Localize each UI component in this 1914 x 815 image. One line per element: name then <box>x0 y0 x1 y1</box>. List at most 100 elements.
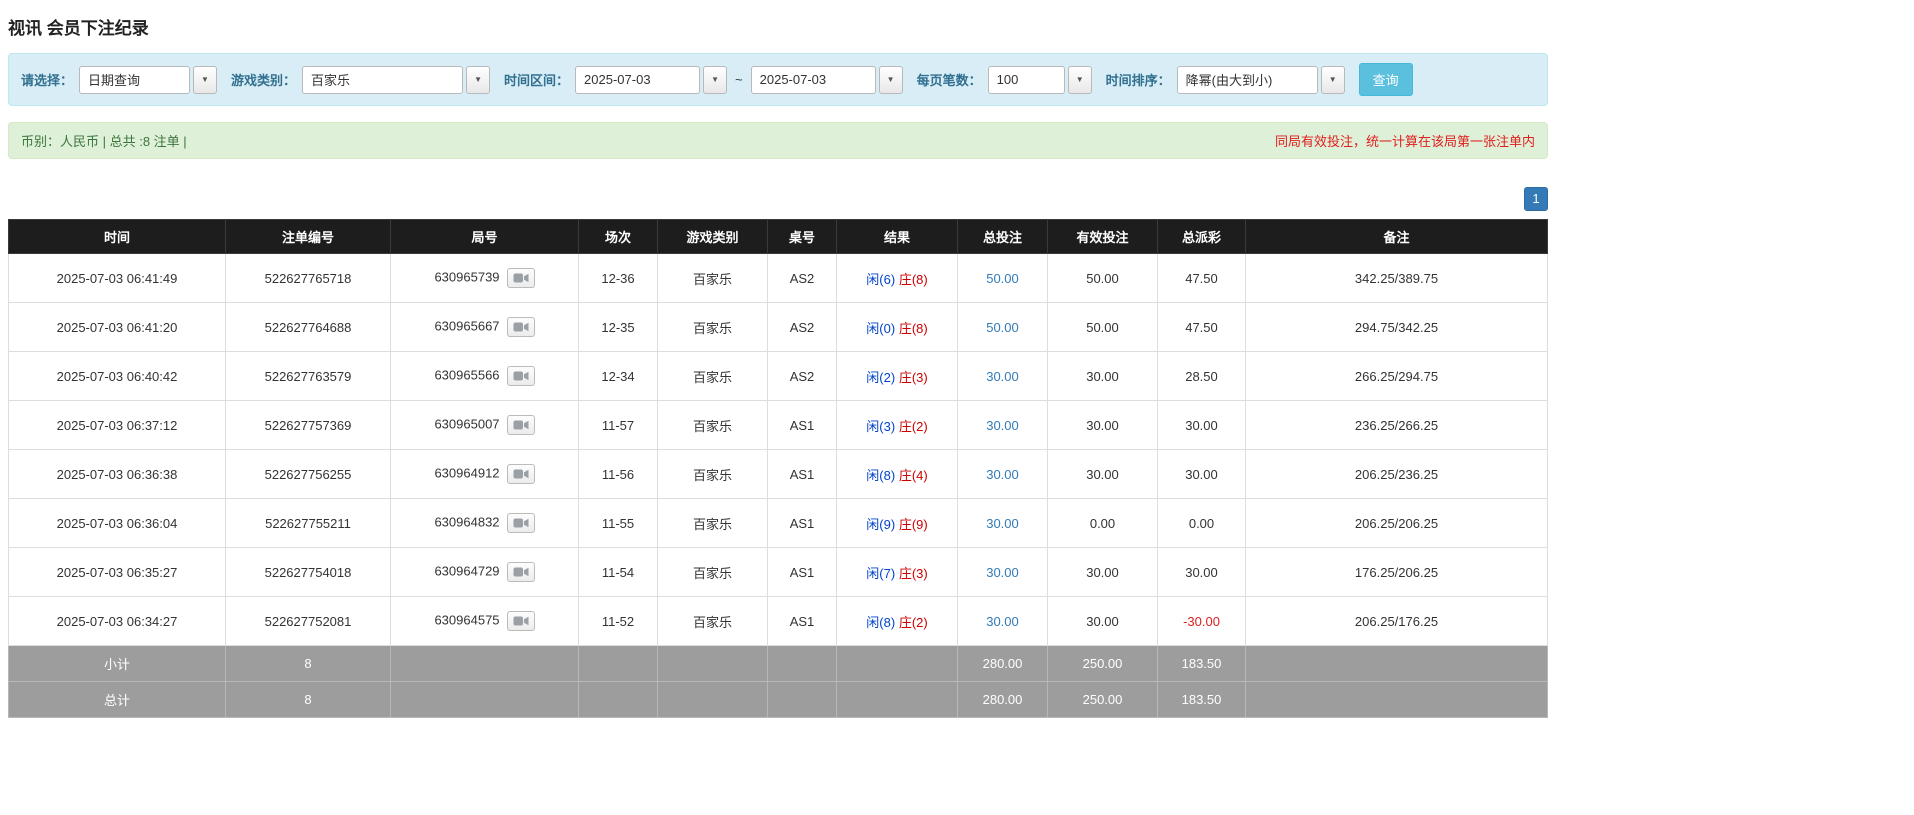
cell-time: 2025-07-03 06:40:42 <box>9 352 226 401</box>
video-replay-button[interactable] <box>507 611 535 631</box>
video-camera-icon <box>513 517 529 529</box>
game-type-select[interactable]: 百家乐 ▼ <box>302 66 490 94</box>
video-replay-button[interactable] <box>507 366 535 386</box>
chevron-down-icon[interactable]: ▼ <box>879 66 903 94</box>
cell-bet-id: 522627756255 <box>226 450 391 499</box>
total-bet-link[interactable]: 30.00 <box>986 565 1019 580</box>
cell-bet-id: 522627752081 <box>226 597 391 646</box>
cell-table-number: AS2 <box>768 254 837 303</box>
video-replay-button[interactable] <box>507 464 535 484</box>
video-replay-button[interactable] <box>507 562 535 582</box>
video-camera-icon <box>513 321 529 333</box>
total-bet-link[interactable]: 30.00 <box>986 614 1019 629</box>
round-number: 630965739 <box>434 269 499 284</box>
cell-time: 2025-07-03 06:37:12 <box>9 401 226 450</box>
page-size-group: 每页笔数： 100 ▼ <box>917 66 1092 94</box>
summary-label: 总计 <box>9 682 226 718</box>
cell-game-type: 百家乐 <box>658 597 768 646</box>
table-row: 2025-07-03 06:36:04522627755211630964832… <box>9 499 1548 548</box>
page-size-value[interactable]: 100 <box>988 66 1065 94</box>
date-to-value[interactable]: 2025-07-03 <box>751 66 876 94</box>
table-header-row: 时间注单编号局号场次游戏类别桌号结果总投注有效投注总派彩备注 <box>9 220 1548 254</box>
cell-round: 630964912 <box>391 450 579 499</box>
time-sort-select[interactable]: 降幂(由大到小) ▼ <box>1177 66 1345 94</box>
total-bet-link[interactable]: 50.00 <box>986 271 1019 286</box>
result-banker: 庄(4) <box>899 468 928 483</box>
cell-remark: 206.25/176.25 <box>1246 597 1548 646</box>
cell-bet-id: 522627764688 <box>226 303 391 352</box>
table-row: 2025-07-03 06:35:27522627754018630964729… <box>9 548 1548 597</box>
cell-result: 闲(7) 庄(3) <box>837 548 958 597</box>
result-banker: 庄(8) <box>899 321 928 336</box>
result-player: 闲(3) <box>866 419 895 434</box>
summary-count: 8 <box>226 646 391 682</box>
column-header: 注单编号 <box>226 220 391 254</box>
total-bet-link[interactable]: 30.00 <box>986 418 1019 433</box>
cell-valid-bet: 30.00 <box>1048 401 1158 450</box>
table-row: 2025-07-03 06:40:42522627763579630965566… <box>9 352 1548 401</box>
cell-remark: 266.25/294.75 <box>1246 352 1548 401</box>
cell-total-bet: 30.00 <box>958 499 1048 548</box>
video-replay-button[interactable] <box>507 268 535 288</box>
column-header: 有效投注 <box>1048 220 1158 254</box>
result-banker: 庄(3) <box>899 370 928 385</box>
date-from-value[interactable]: 2025-07-03 <box>575 66 700 94</box>
cell-bet-id: 522627755211 <box>226 499 391 548</box>
column-header: 场次 <box>579 220 658 254</box>
cell-result: 闲(3) 庄(2) <box>837 401 958 450</box>
game-type-group: 游戏类别： 百家乐 ▼ <box>231 66 490 94</box>
cell-valid-bet: 30.00 <box>1048 597 1158 646</box>
cell-result: 闲(8) 庄(4) <box>837 450 958 499</box>
total-bet-link[interactable]: 30.00 <box>986 516 1019 531</box>
chevron-down-icon[interactable]: ▼ <box>193 66 217 94</box>
chevron-down-icon[interactable]: ▼ <box>466 66 490 94</box>
cell-result: 闲(2) 庄(3) <box>837 352 958 401</box>
round-number: 630965007 <box>434 416 499 431</box>
video-replay-button[interactable] <box>507 415 535 435</box>
summary-total-bet: 280.00 <box>958 646 1048 682</box>
round-number: 630965566 <box>434 367 499 382</box>
cell-payout: 30.00 <box>1158 548 1246 597</box>
page-size-select[interactable]: 100 ▼ <box>988 66 1092 94</box>
cell-payout: 0.00 <box>1158 499 1246 548</box>
total-bet-link[interactable]: 30.00 <box>986 467 1019 482</box>
chevron-down-icon[interactable]: ▼ <box>1068 66 1092 94</box>
cell-round: 630965007 <box>391 401 579 450</box>
cell-time: 2025-07-03 06:41:20 <box>9 303 226 352</box>
cell-remark: 206.25/236.25 <box>1246 450 1548 499</box>
cell-session: 11-57 <box>579 401 658 450</box>
cell-result: 闲(0) 庄(8) <box>837 303 958 352</box>
query-type-value[interactable]: 日期查询 <box>79 66 190 94</box>
page-button-1[interactable]: 1 <box>1524 187 1548 211</box>
page-size-label: 每页笔数： <box>917 70 982 89</box>
cell-game-type: 百家乐 <box>658 401 768 450</box>
time-sort-value[interactable]: 降幂(由大到小) <box>1177 66 1318 94</box>
cell-game-type: 百家乐 <box>658 548 768 597</box>
video-replay-button[interactable] <box>507 317 535 337</box>
page-container: 视讯 会员下注纪录 请选择： 日期查询 ▼ 游戏类别： 百家乐 ▼ 时间区间： … <box>0 0 1556 726</box>
search-button[interactable]: 查询 <box>1359 63 1413 96</box>
cell-session: 12-36 <box>579 254 658 303</box>
total-bet-link[interactable]: 30.00 <box>986 369 1019 384</box>
subtotal-row: 小计8280.00250.00183.50 <box>9 646 1548 682</box>
cell-game-type: 百家乐 <box>658 499 768 548</box>
cell-table-number: AS2 <box>768 303 837 352</box>
video-replay-button[interactable] <box>507 513 535 533</box>
cell-session: 11-55 <box>579 499 658 548</box>
chevron-down-icon[interactable]: ▼ <box>703 66 727 94</box>
summary-valid-bet: 250.00 <box>1048 682 1158 718</box>
query-type-select[interactable]: 日期查询 ▼ <box>79 66 217 94</box>
chevron-down-icon[interactable]: ▼ <box>1321 66 1345 94</box>
cell-session: 11-54 <box>579 548 658 597</box>
column-header: 游戏类别 <box>658 220 768 254</box>
time-sort-label: 时间排序： <box>1106 70 1171 89</box>
time-range-label: 时间区间： <box>504 70 569 89</box>
game-type-value[interactable]: 百家乐 <box>302 66 463 94</box>
date-to-picker[interactable]: 2025-07-03 ▼ <box>751 66 903 94</box>
cell-valid-bet: 30.00 <box>1048 548 1158 597</box>
cell-total-bet: 50.00 <box>958 303 1048 352</box>
total-bet-link[interactable]: 50.00 <box>986 320 1019 335</box>
cell-session: 11-52 <box>579 597 658 646</box>
game-type-label: 游戏类别： <box>231 70 296 89</box>
date-from-picker[interactable]: 2025-07-03 ▼ <box>575 66 727 94</box>
